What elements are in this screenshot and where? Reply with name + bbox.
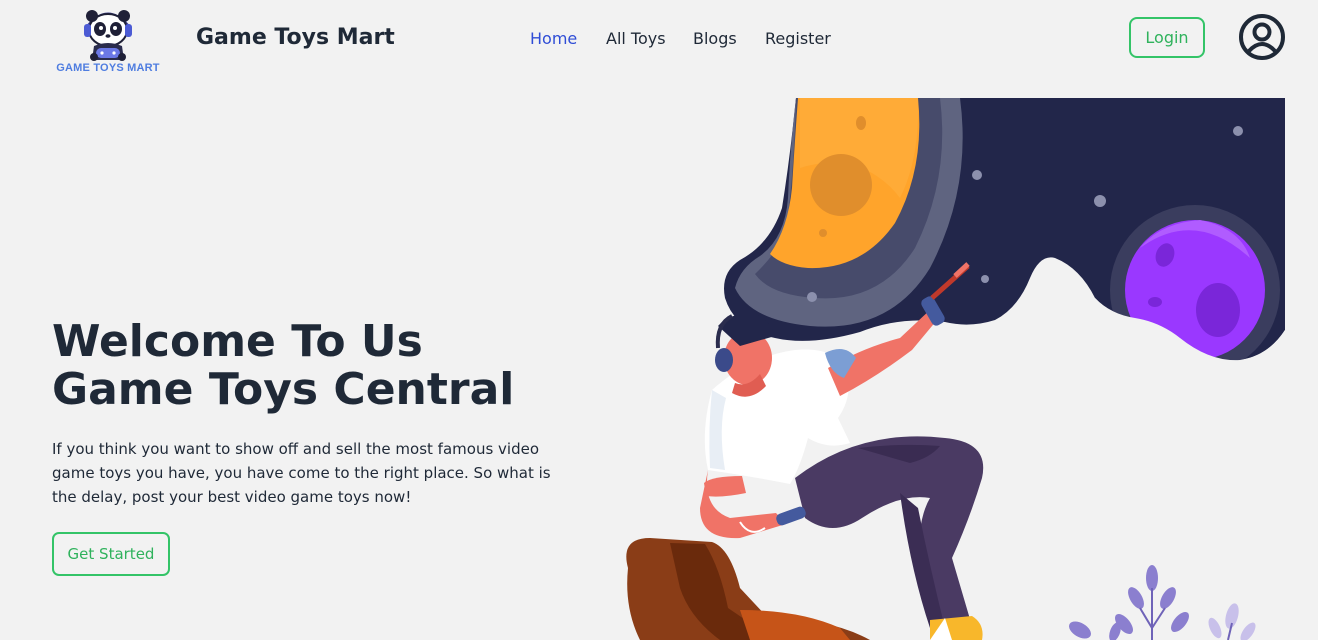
nav-link-home[interactable]: Home (530, 29, 577, 48)
nav-link-blogs[interactable]: Blogs (693, 29, 737, 48)
logo-text: GAME TOYS MART (56, 62, 160, 74)
hero-illustration (600, 98, 1290, 640)
gamer-space-illustration (626, 98, 1290, 640)
hero-title-line-1: Welcome To Us (52, 316, 423, 367)
navbar: GAME TOYS MART Game Toys Mart Home All T… (0, 0, 1318, 80)
nav-link-register[interactable]: Register (765, 29, 831, 48)
login-button[interactable]: Login (1129, 17, 1205, 58)
hero-title-line-2: Game Toys Central (52, 364, 515, 415)
nav-link-all-toys[interactable]: All Toys (606, 29, 666, 48)
brand-name[interactable]: Game Toys Mart (196, 25, 395, 50)
user-circle-icon (1239, 14, 1285, 60)
hero-description: If you think you want to show off and se… (52, 440, 551, 506)
panda-gamer-logo-icon (83, 10, 133, 61)
user-avatar[interactable] (1238, 13, 1286, 61)
get-started-button[interactable]: Get Started (52, 532, 170, 576)
site-logo[interactable]: GAME TOYS MART (52, 2, 164, 78)
hero-title: Welcome To Us Game Toys Central (52, 318, 572, 414)
